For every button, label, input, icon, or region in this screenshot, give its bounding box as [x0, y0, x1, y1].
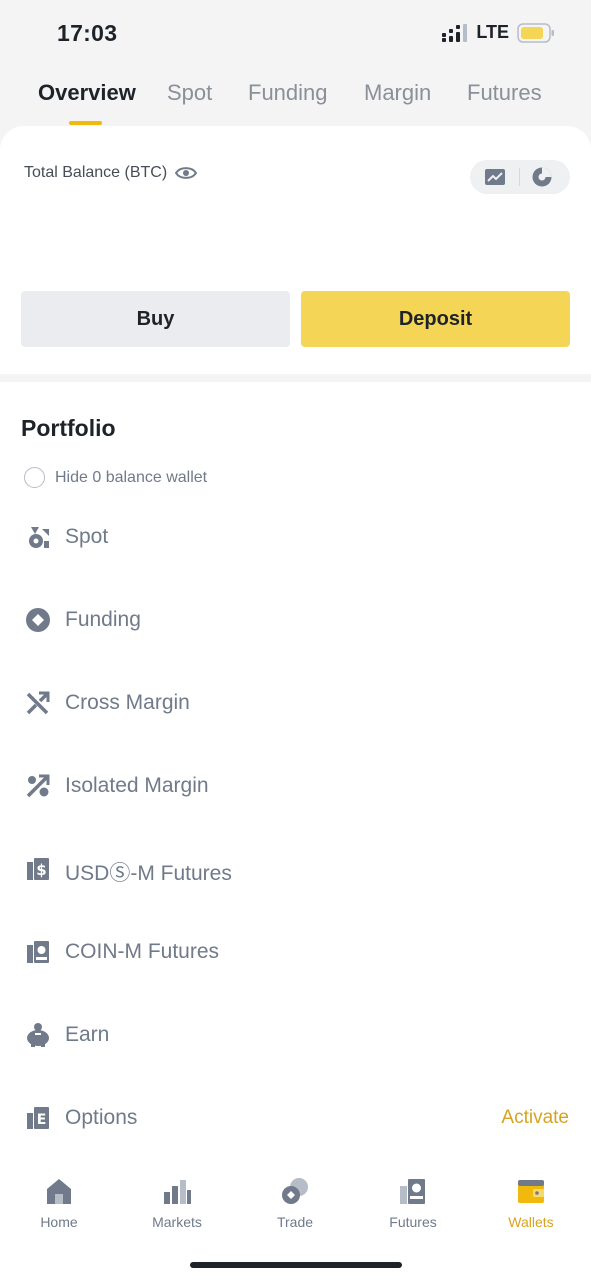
buy-button[interactable]: Buy [21, 291, 290, 347]
signal-icon [442, 23, 468, 42]
status-time: 17:03 [57, 20, 118, 46]
deposit-button[interactable]: Deposit [301, 291, 570, 347]
wallet-item-usds-m-futures[interactable]: $ USDⓈ-M Futures [0, 839, 591, 899]
radio-icon[interactable] [24, 467, 45, 488]
chart-toggle [470, 160, 570, 194]
trade-icon [282, 1178, 308, 1204]
nav-label: Wallets [508, 1214, 554, 1230]
svg-text:E: E [37, 1112, 47, 1128]
total-balance-label: Total Balance (BTC) [24, 164, 168, 181]
tab-funding[interactable]: Funding [248, 80, 328, 106]
tab-spot[interactable]: Spot [167, 80, 212, 106]
hide-zero-balance-label: Hide 0 balance wallet [55, 468, 208, 486]
piggy-bank-icon [27, 1023, 49, 1047]
tab-overview[interactable]: Overview [38, 80, 136, 106]
wallet-item-coin-m-futures[interactable]: COIN-M Futures [0, 922, 591, 982]
wallet-label: Options [65, 1106, 138, 1129]
nav-wallets[interactable]: Wallets [472, 1160, 590, 1240]
home-icon [47, 1179, 71, 1204]
wallet-label: Spot [65, 525, 109, 548]
home-indicator [190, 1262, 402, 1268]
active-tab-indicator [69, 121, 102, 125]
wallet-label: Funding [65, 608, 141, 631]
wallet-tabs: Overview Spot Funding Margin Futures [0, 80, 591, 124]
status-indicators: LTE [442, 22, 555, 43]
wallet-item-isolated-margin[interactable]: Isolated Margin [0, 756, 591, 816]
nav-futures[interactable]: Futures [354, 1160, 472, 1240]
wallet-item-options[interactable]: E Options Activate [0, 1088, 591, 1148]
markets-icon [164, 1180, 191, 1204]
wallet-item-funding[interactable]: Funding [0, 590, 591, 650]
wallet-item-earn[interactable]: Earn [0, 1005, 591, 1065]
nav-label: Futures [389, 1214, 437, 1230]
portfolio-section: Portfolio Hide 0 balance wallet Spot Fun… [0, 382, 591, 1279]
svg-text:$: $ [36, 861, 46, 879]
network-label: LTE [476, 22, 509, 42]
coin-m-futures-icon [27, 941, 49, 963]
wallet-label: Cross Margin [65, 691, 190, 714]
nav-markets[interactable]: Markets [118, 1160, 236, 1240]
funding-icon [26, 608, 50, 632]
options-icon: E [27, 1107, 49, 1129]
eye-icon[interactable] [175, 165, 198, 181]
futures-icon [400, 1179, 425, 1204]
portfolio-title: Portfolio [21, 415, 116, 441]
spot-icon [29, 527, 49, 548]
toggle-divider [519, 168, 520, 186]
isolated-margin-icon [26, 774, 50, 798]
nav-label: Trade [276, 1214, 314, 1230]
activate-button[interactable]: Activate [501, 1107, 569, 1129]
hide-zero-balance-toggle[interactable]: Hide 0 balance wallet [24, 467, 207, 488]
tab-margin[interactable]: Margin [364, 80, 431, 106]
tab-futures[interactable]: Futures [467, 80, 542, 106]
balance-card: Total Balance (BTC) Buy Deposit [0, 126, 591, 374]
usds-m-futures-icon: $ [27, 858, 49, 880]
nav-label: Markets [152, 1214, 202, 1230]
status-bar: 17:03 LTE [0, 0, 591, 62]
wallet-label: Isolated Margin [65, 774, 209, 797]
nav-trade[interactable]: Trade [236, 1160, 354, 1240]
wallet-icon [518, 1180, 544, 1203]
battery-icon [517, 22, 554, 43]
pie-chart-icon[interactable] [531, 166, 553, 188]
wallet-label: COIN-M Futures [65, 940, 220, 963]
balance-label-row: Total Balance (BTC) [24, 164, 198, 182]
wallet-item-spot[interactable]: Spot [0, 507, 591, 567]
wallet-label: Earn [65, 1023, 110, 1046]
cross-margin-icon [26, 691, 50, 715]
line-chart-icon[interactable] [484, 167, 506, 187]
nav-home[interactable]: Home [0, 1160, 118, 1240]
nav-label: Home [40, 1214, 78, 1230]
wallet-label: USDⓈ-M Futures [65, 862, 232, 885]
wallet-item-cross-margin[interactable]: Cross Margin [0, 673, 591, 733]
